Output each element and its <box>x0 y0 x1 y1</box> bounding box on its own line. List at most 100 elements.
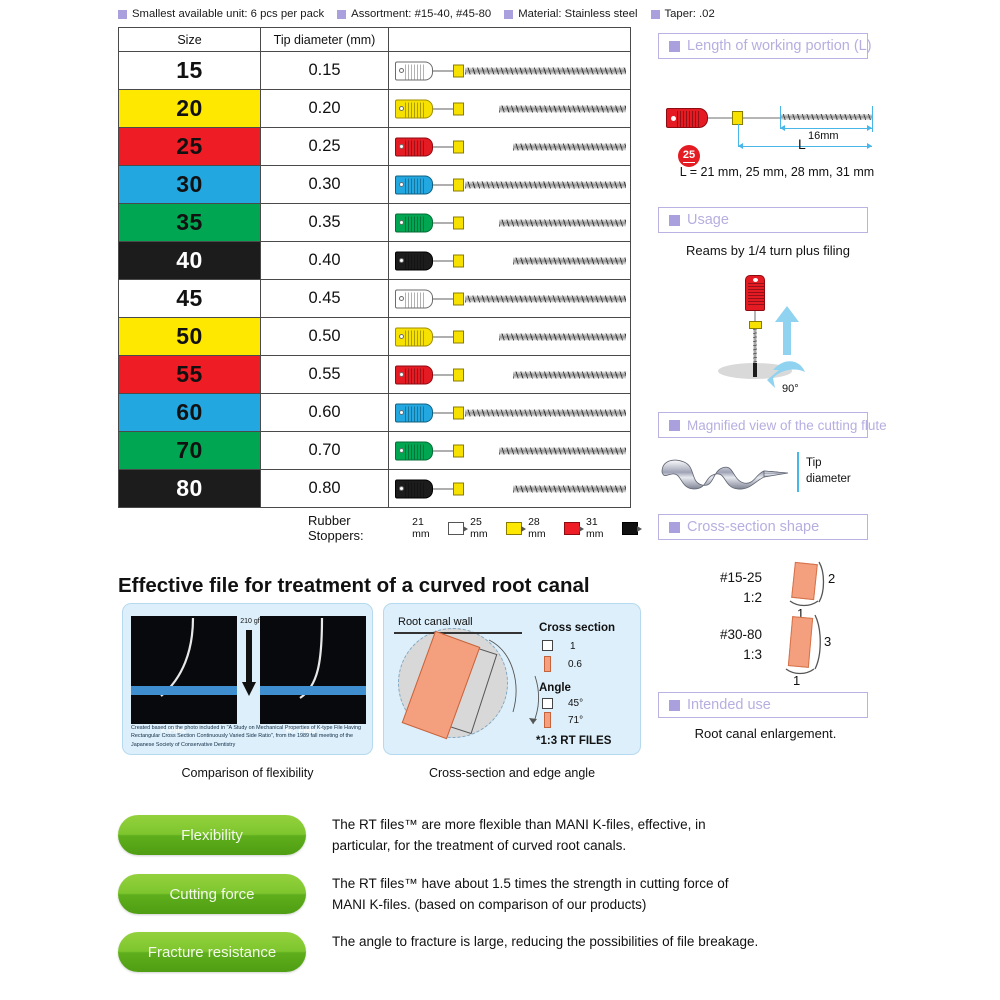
feature-badge-cutting-force[interactable]: Cutting force <box>118 874 306 914</box>
file-flute <box>465 181 626 188</box>
bullet-square-icon <box>669 521 680 533</box>
sizes-table: Size Tip diameter (mm) 15 0.15 20 0.20 25 0.2… <box>118 27 631 508</box>
magnified-flute-icon <box>661 459 789 490</box>
panel-header-usage: Usage <box>658 207 868 233</box>
cross-section-range-1: #15-25 <box>719 570 762 585</box>
file-handle-icon <box>395 99 433 118</box>
legend-angle-value-a: 45° <box>568 698 584 709</box>
cell-file-illustration <box>388 317 631 356</box>
stopper-chip-white-icon <box>448 521 469 535</box>
handle-grip-icon <box>405 406 425 421</box>
handle-hole-icon <box>399 334 404 339</box>
legend-cross-section-value-a: 1 <box>570 641 576 652</box>
legend-angle-value-b: 71° <box>568 715 584 726</box>
stopper-length-21: 21 mm <box>412 516 430 540</box>
usage-subtitle: Reams by 1/4 turn plus filing <box>685 243 851 258</box>
file-flute <box>499 219 626 226</box>
cell-file-illustration <box>388 393 631 432</box>
file-flute <box>513 257 626 264</box>
stoppers-label: Rubber Stoppers: <box>308 513 364 543</box>
legend-title-cross-section: Cross section <box>539 622 616 634</box>
cell-tip-diameter: 0.30 <box>260 165 389 204</box>
file-flute <box>513 485 626 492</box>
cell-size: 35 <box>118 203 261 242</box>
handle-grip-icon <box>405 482 425 497</box>
feature-badge-flexibility[interactable]: Flexibility <box>118 815 306 855</box>
dimension-label-16mm: 16mm <box>808 130 839 142</box>
bullet-square-icon <box>669 699 680 711</box>
file-handle-icon <box>395 327 433 346</box>
spec-assortment-label: Assortment: #15-40, #45-80 <box>351 8 492 20</box>
legend-title-angle: Angle <box>539 682 571 694</box>
file-handle-icon <box>395 213 433 232</box>
cell-tip-diameter: 0.55 <box>260 355 389 394</box>
cell-tip-diameter: 0.60 <box>260 393 389 432</box>
panel-title-usage: Usage <box>687 212 729 228</box>
sizes-table-wrapper: Size Tip diameter (mm) 15 0.15 20 0.20 25 0.2… <box>118 27 631 508</box>
flexibility-comparison-panel: K-Files RT Files™ 210 gf Created based o… <box>122 603 373 755</box>
rubber-stopper-icon <box>453 330 464 343</box>
cross-section-ratio-2: 1:3 <box>743 647 762 662</box>
spec-unit-label: Smallest available unit: 6 pcs per pack <box>132 8 325 20</box>
table-row: 50 0.50 <box>118 317 631 356</box>
rubber-stopper-icon <box>453 216 464 229</box>
file-handle-red-icon <box>745 275 765 311</box>
tip-label-line2: diameter <box>806 473 851 486</box>
tip-label-line1: Tip <box>806 457 822 469</box>
rubber-stoppers-legend: Rubber Stoppers: 21 mm 25 mm 28 mm 31 mm <box>308 513 643 543</box>
cross-section-width-label-2: 1 <box>793 673 801 688</box>
effective-file-heading: Effective file for treatment of a curved… <box>118 574 590 597</box>
size-badge-label: 25 <box>682 148 696 163</box>
file-flute <box>513 371 626 378</box>
stopper-length-31: 31 mm <box>586 516 604 540</box>
file-handle-icon <box>395 403 433 422</box>
handle-hole-icon <box>399 182 404 187</box>
rubber-stopper-icon <box>453 178 464 191</box>
handle-hole-icon <box>399 410 404 415</box>
table-body: 15 0.15 20 0.20 25 0.25 30 0.30 35 0.35 40 0.40 45 0.… <box>118 51 631 508</box>
legend-bar-angle-icon <box>544 712 551 728</box>
stopper-chip-yellow-icon <box>506 521 527 535</box>
table-row: 20 0.20 <box>118 89 631 128</box>
spec-item-unit: Smallest available unit: 6 pcs per pack <box>118 8 324 20</box>
cell-tip-diameter: 0.15 <box>260 51 389 90</box>
spec-item-assortment: Assortment: #15-40, #45-80 <box>337 8 491 20</box>
panel-header-flute: Magnified view of the cutting flute <box>658 412 887 438</box>
handle-grip-icon <box>405 140 425 155</box>
cell-size: 25 <box>118 127 261 166</box>
dimension-16mm <box>780 125 872 131</box>
usage-angle-label: 90° <box>782 383 799 395</box>
handle-hole-icon <box>399 258 404 263</box>
table-row: 80 0.80 <box>118 469 631 508</box>
legend-square-kfile-icon <box>542 640 553 651</box>
file-illustration <box>389 394 630 431</box>
bullet-square-icon <box>504 9 514 19</box>
rubber-stopper-icon <box>453 444 464 457</box>
table-row: 15 0.15 <box>118 51 631 90</box>
bullet-square-icon <box>337 9 347 19</box>
rubber-stopper-icon <box>453 254 464 267</box>
panel-title-flute: Magnified view of the cutting flute <box>687 417 887 433</box>
cell-size: 45 <box>118 279 261 318</box>
cell-tip-diameter: 0.25 <box>260 127 389 166</box>
table-row: 70 0.70 <box>118 431 631 470</box>
handle-grip-icon <box>405 330 425 345</box>
file-handle-icon <box>395 61 433 80</box>
file-flute <box>499 447 626 454</box>
handle-grip-icon <box>748 283 764 307</box>
handle-grip-icon <box>405 368 425 383</box>
panel-title-working-length: Length of working portion (L) <box>687 38 872 54</box>
cell-tip-diameter: 0.80 <box>260 469 389 508</box>
cell-tip-diameter: 0.40 <box>260 241 389 280</box>
bullet-square-icon <box>669 40 680 52</box>
table-row: 35 0.35 <box>118 203 631 242</box>
column-header-illustration <box>388 27 631 52</box>
feature-badge-fracture-resistance[interactable]: Fracture resistance <box>118 932 306 972</box>
table-row: 40 0.40 <box>118 241 631 280</box>
cross-section-range-2: #30-80 <box>719 627 762 642</box>
cell-file-illustration <box>388 279 631 318</box>
feature-badge-label: Cutting force <box>169 885 255 903</box>
table-header: Size Tip diameter (mm) <box>118 27 631 52</box>
cell-tip-diameter: 0.35 <box>260 203 389 242</box>
cell-file-illustration <box>388 165 631 204</box>
